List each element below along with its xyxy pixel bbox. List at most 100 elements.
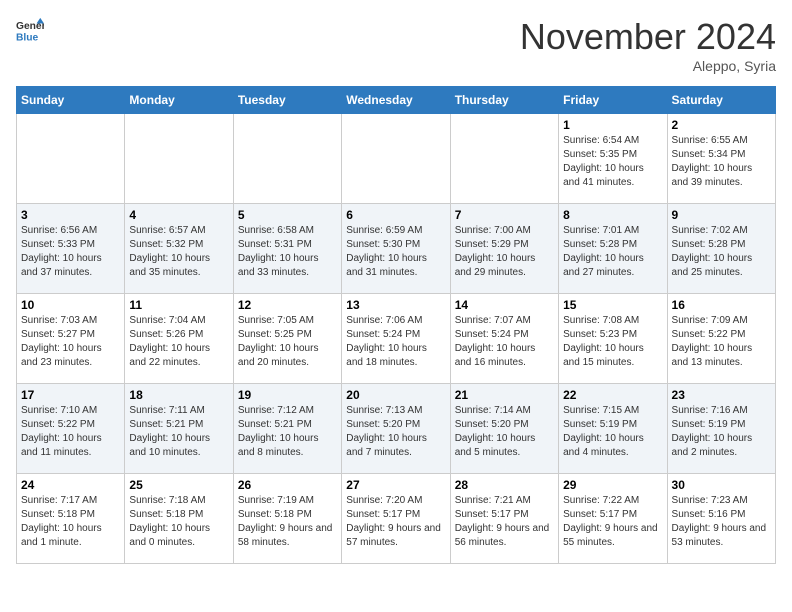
day-number: 20 [346, 388, 445, 402]
calendar-cell: 22Sunrise: 7:15 AM Sunset: 5:19 PM Dayli… [559, 384, 667, 474]
week-row-2: 3 Sunrise: 6:56 AM Sunset: 5:33 PM Daylig… [17, 204, 776, 294]
week-row-1: 1 Sunrise: 6:54 AM Sunset: 5:35 PM Daylig… [17, 114, 776, 204]
day-info: Sunrise: 7:03 AM Sunset: 5:27 PM Dayligh… [21, 314, 120, 370]
day-header-thursday: Thursday [450, 87, 558, 114]
calendar-cell: 15 Sunrise: 7:08 AM Sunset: 5:23 PM Dayli… [559, 294, 667, 384]
day-number: 10 [21, 298, 120, 312]
day-header-tuesday: Tuesday [233, 87, 341, 114]
calendar-cell: 23 Sunrise: 7:16 AM Sunset: 5:19 PM Dayli… [667, 384, 775, 474]
day-info: Sunrise: 6:54 AM Sunset: 5:35 PM Dayligh… [563, 134, 662, 190]
location: Aleppo, Syria [520, 58, 776, 74]
calendar-cell: 30 Sunrise: 7:23 AM Sunset: 5:16 PM Dayli… [667, 474, 775, 564]
day-number: 6 [346, 208, 445, 222]
day-number: 3 [21, 208, 120, 222]
calendar-table: SundayMondayTuesdayWednesdayThursdayFrid… [16, 86, 776, 564]
day-number: 14 [455, 298, 554, 312]
day-number: 30 [672, 478, 771, 492]
day-info: Sunrise: 7:02 AM Sunset: 5:28 PM Dayligh… [672, 224, 771, 280]
day-info: Sunrise: 7:17 AM Sunset: 5:18 PM Dayligh… [21, 494, 120, 550]
page-header: General Blue November 2024 Aleppo, Syria [16, 16, 776, 74]
day-number: 9 [672, 208, 771, 222]
svg-text:Blue: Blue [16, 32, 39, 43]
week-row-3: 10 Sunrise: 7:03 AM Sunset: 5:27 PM Dayli… [17, 294, 776, 384]
calendar-cell: 5 Sunrise: 6:58 AM Sunset: 5:31 PM Daylig… [233, 204, 341, 294]
day-info: Sunrise: 7:18 AM Sunset: 5:18 PM Dayligh… [129, 494, 228, 550]
day-info: Sunrise: 6:55 AM Sunset: 5:34 PM Dayligh… [672, 134, 771, 190]
calendar-cell: 26 Sunrise: 7:19 AM Sunset: 5:18 PM Dayli… [233, 474, 341, 564]
calendar-cell: 29 Sunrise: 7:22 AM Sunset: 5:17 PM Dayli… [559, 474, 667, 564]
calendar-cell: 7 Sunrise: 7:00 AM Sunset: 5:29 PM Daylig… [450, 204, 558, 294]
calendar-cell: 25 Sunrise: 7:18 AM Sunset: 5:18 PM Dayli… [125, 474, 233, 564]
calendar-cell: 28Sunrise: 7:21 AM Sunset: 5:17 PM Dayli… [450, 474, 558, 564]
week-row-5: 24 Sunrise: 7:17 AM Sunset: 5:18 PM Dayli… [17, 474, 776, 564]
day-number: 12 [238, 298, 337, 312]
calendar-cell: 19 Sunrise: 7:12 AM Sunset: 5:21 PM Dayli… [233, 384, 341, 474]
day-header-monday: Monday [125, 87, 233, 114]
day-number: 5 [238, 208, 337, 222]
day-info: Sunrise: 7:12 AM Sunset: 5:21 PM Dayligh… [238, 404, 337, 460]
day-number: 16 [672, 298, 771, 312]
day-info: Sunrise: 7:01 AM Sunset: 5:28 PM Dayligh… [563, 224, 662, 280]
day-info: Sunrise: 7:19 AM Sunset: 5:18 PM Dayligh… [238, 494, 337, 550]
calendar-cell: 27Sunrise: 7:20 AM Sunset: 5:17 PM Dayli… [342, 474, 450, 564]
day-number: 17 [21, 388, 120, 402]
day-header-friday: Friday [559, 87, 667, 114]
calendar-cell: 16 Sunrise: 7:09 AM Sunset: 5:22 PM Dayli… [667, 294, 775, 384]
day-number: 19 [238, 388, 337, 402]
day-info: Sunrise: 7:00 AM Sunset: 5:29 PM Dayligh… [455, 224, 554, 280]
day-number: 24 [21, 478, 120, 492]
calendar-cell [342, 114, 450, 204]
day-info: Sunrise: 7:07 AM Sunset: 5:24 PM Dayligh… [455, 314, 554, 370]
day-number: 2 [672, 118, 771, 132]
calendar-cell: 9 Sunrise: 7:02 AM Sunset: 5:28 PM Daylig… [667, 204, 775, 294]
day-number: 18 [129, 388, 228, 402]
logo-icon: General Blue [16, 16, 44, 44]
day-info: Sunrise: 7:06 AM Sunset: 5:24 PM Dayligh… [346, 314, 445, 370]
day-number: 29 [563, 478, 662, 492]
day-number: 26 [238, 478, 337, 492]
day-info: Sunrise: 7:05 AM Sunset: 5:25 PM Dayligh… [238, 314, 337, 370]
day-info: Sunrise: 7:04 AM Sunset: 5:26 PM Dayligh… [129, 314, 228, 370]
day-number: 23 [672, 388, 771, 402]
day-info: Sunrise: 6:59 AM Sunset: 5:30 PM Dayligh… [346, 224, 445, 280]
day-info: Sunrise: 7:09 AM Sunset: 5:22 PM Dayligh… [672, 314, 771, 370]
day-number: 13 [346, 298, 445, 312]
day-number: 15 [563, 298, 662, 312]
day-info: Sunrise: 7:14 AM Sunset: 5:20 PM Dayligh… [455, 404, 554, 460]
day-info: Sunrise: 7:13 AM Sunset: 5:20 PM Dayligh… [346, 404, 445, 460]
calendar-cell: 3 Sunrise: 6:56 AM Sunset: 5:33 PM Daylig… [17, 204, 125, 294]
day-number: 1 [563, 118, 662, 132]
calendar-cell: 2 Sunrise: 6:55 AM Sunset: 5:34 PM Daylig… [667, 114, 775, 204]
day-info: Sunrise: 7:23 AM Sunset: 5:16 PM Dayligh… [672, 494, 771, 550]
day-number: 7 [455, 208, 554, 222]
calendar-cell [233, 114, 341, 204]
day-info: Sunrise: 7:15 AM Sunset: 5:19 PM Dayligh… [563, 404, 662, 460]
calendar-cell: 4Sunrise: 6:57 AM Sunset: 5:32 PM Daylig… [125, 204, 233, 294]
calendar-cell: 13 Sunrise: 7:06 AM Sunset: 5:24 PM Dayli… [342, 294, 450, 384]
calendar-cell [125, 114, 233, 204]
calendar-cell: 6 Sunrise: 6:59 AM Sunset: 5:30 PM Daylig… [342, 204, 450, 294]
day-header-wednesday: Wednesday [342, 87, 450, 114]
day-info: Sunrise: 7:20 AM Sunset: 5:17 PM Dayligh… [346, 494, 445, 550]
day-info: Sunrise: 7:22 AM Sunset: 5:17 PM Dayligh… [563, 494, 662, 550]
calendar-cell: 11Sunrise: 7:04 AM Sunset: 5:26 PM Dayli… [125, 294, 233, 384]
logo: General Blue [16, 16, 44, 44]
day-info: Sunrise: 7:08 AM Sunset: 5:23 PM Dayligh… [563, 314, 662, 370]
day-info: Sunrise: 7:21 AM Sunset: 5:17 PM Dayligh… [455, 494, 554, 550]
calendar-cell: 21 Sunrise: 7:14 AM Sunset: 5:20 PM Dayli… [450, 384, 558, 474]
day-info: Sunrise: 6:56 AM Sunset: 5:33 PM Dayligh… [21, 224, 120, 280]
day-header-saturday: Saturday [667, 87, 775, 114]
day-info: Sunrise: 7:11 AM Sunset: 5:21 PM Dayligh… [129, 404, 228, 460]
day-number: 25 [129, 478, 228, 492]
calendar-cell: 17Sunrise: 7:10 AM Sunset: 5:22 PM Dayli… [17, 384, 125, 474]
day-info: Sunrise: 7:16 AM Sunset: 5:19 PM Dayligh… [672, 404, 771, 460]
day-info: Sunrise: 6:58 AM Sunset: 5:31 PM Dayligh… [238, 224, 337, 280]
calendar-cell: 8 Sunrise: 7:01 AM Sunset: 5:28 PM Daylig… [559, 204, 667, 294]
day-number: 21 [455, 388, 554, 402]
calendar-cell: 12 Sunrise: 7:05 AM Sunset: 5:25 PM Dayli… [233, 294, 341, 384]
calendar-cell: 24 Sunrise: 7:17 AM Sunset: 5:18 PM Dayli… [17, 474, 125, 564]
calendar-cell: 18 Sunrise: 7:11 AM Sunset: 5:21 PM Dayli… [125, 384, 233, 474]
title-block: November 2024 Aleppo, Syria [520, 16, 776, 74]
week-row-4: 17Sunrise: 7:10 AM Sunset: 5:22 PM Dayli… [17, 384, 776, 474]
day-number: 8 [563, 208, 662, 222]
